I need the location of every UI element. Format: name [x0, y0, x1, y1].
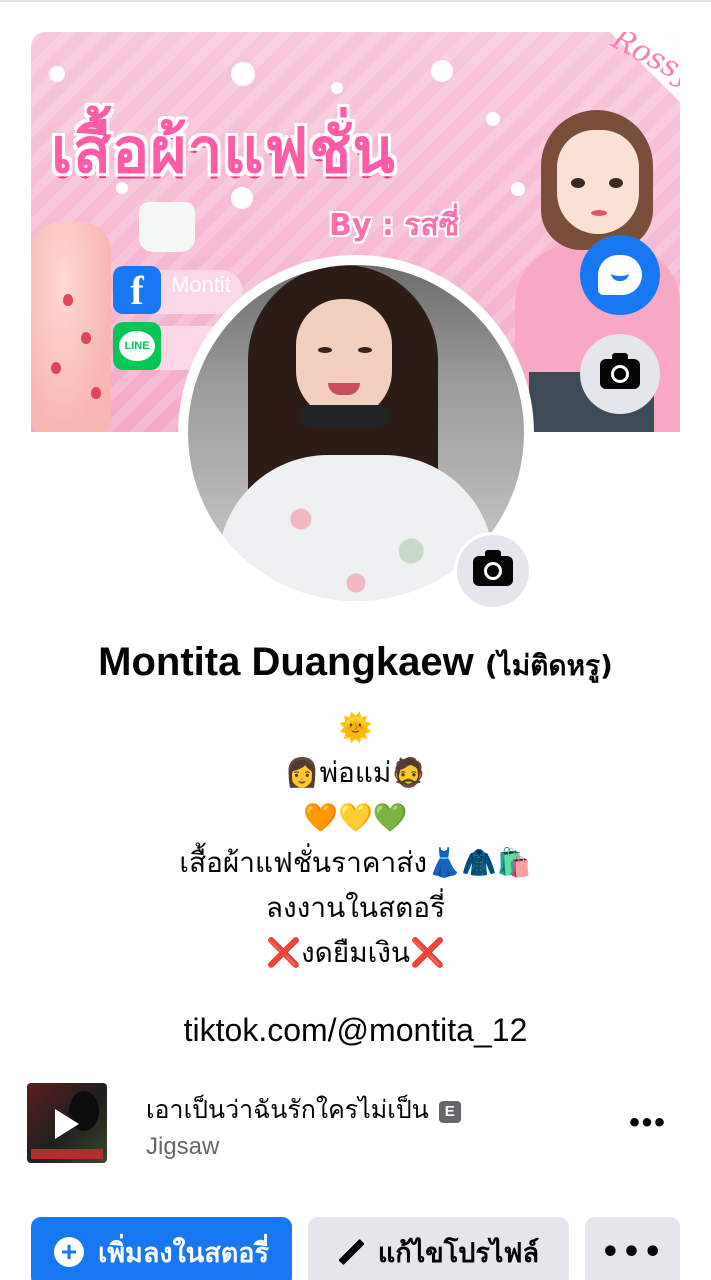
- cover-title: เสื้อผ้าแฟชั่น: [51, 114, 396, 187]
- messenger-icon: [598, 255, 642, 295]
- cover-facebook-text: Montit: [171, 272, 231, 297]
- song-album-art[interactable]: [27, 1083, 107, 1163]
- edit-profile-label: แก้ไขโปรไฟล์: [377, 1237, 540, 1269]
- add-to-story-label: เพิ่มลงในสตอรี่: [98, 1237, 269, 1269]
- song-title-text: เอาเป็นว่าฉันรักใครไม่เป็น: [146, 1095, 429, 1124]
- song-artist: Jigsaw: [146, 1133, 220, 1160]
- bio-line: ลงงานในสตอรี่: [265, 891, 446, 924]
- explicit-badge: E: [438, 1101, 461, 1123]
- pencil-icon: [338, 1239, 364, 1265]
- edit-profile-picture-button[interactable]: [454, 532, 532, 610]
- messenger-button[interactable]: [580, 235, 660, 315]
- line-icon: LINE: [113, 322, 161, 370]
- profile-name-text: Montita Duangkaew: [98, 640, 474, 684]
- song-more-button[interactable]: •••: [628, 1108, 668, 1138]
- edit-profile-button[interactable]: แก้ไขโปรไฟล์: [308, 1217, 569, 1280]
- play-icon: [55, 1109, 79, 1139]
- plus-circle-icon: +: [54, 1237, 85, 1267]
- bio-line: 🧡💛💚: [303, 801, 408, 834]
- bio-line: 👩พ่อแม่🧔: [284, 756, 427, 789]
- bio-line: เสื้อผ้าแฟชั่นราคาส่ง👗🧥🛍️: [179, 846, 532, 879]
- cover-byline: By : รสซี่: [329, 208, 460, 243]
- camera-icon: [473, 550, 513, 586]
- edit-cover-photo-button[interactable]: [580, 334, 660, 414]
- add-to-story-button[interactable]: + เพิ่มลงในสตอรี่: [31, 1217, 292, 1280]
- bio-line: ❌งดยืมเงิน❌: [266, 936, 445, 969]
- profile-link[interactable]: tiktok.com/@montita_12: [0, 1012, 711, 1049]
- profile-bio: 🌞 👩พ่อแม่🧔 🧡💛💚 เสื้อผ้าแฟชั่นราคาส่ง👗🧥🛍️…: [0, 705, 711, 975]
- facebook-icon: f: [113, 266, 161, 314]
- profile-name: Montita Duangkaew (ไม่ติดหรู): [0, 640, 711, 688]
- profile-more-button[interactable]: •••: [585, 1217, 680, 1280]
- more-horizontal-icon: •••: [600, 1234, 665, 1270]
- top-divider: [0, 0, 711, 2]
- camera-icon: [600, 353, 640, 389]
- song-title[interactable]: เอาเป็นว่าฉันรักใครไม่เป็น E: [146, 1090, 461, 1130]
- bio-line: 🌞: [338, 711, 373, 744]
- top-illustration: [139, 202, 195, 252]
- profile-nickname: (ไม่ติดหรู): [484, 649, 613, 682]
- dress-illustration: [31, 222, 111, 432]
